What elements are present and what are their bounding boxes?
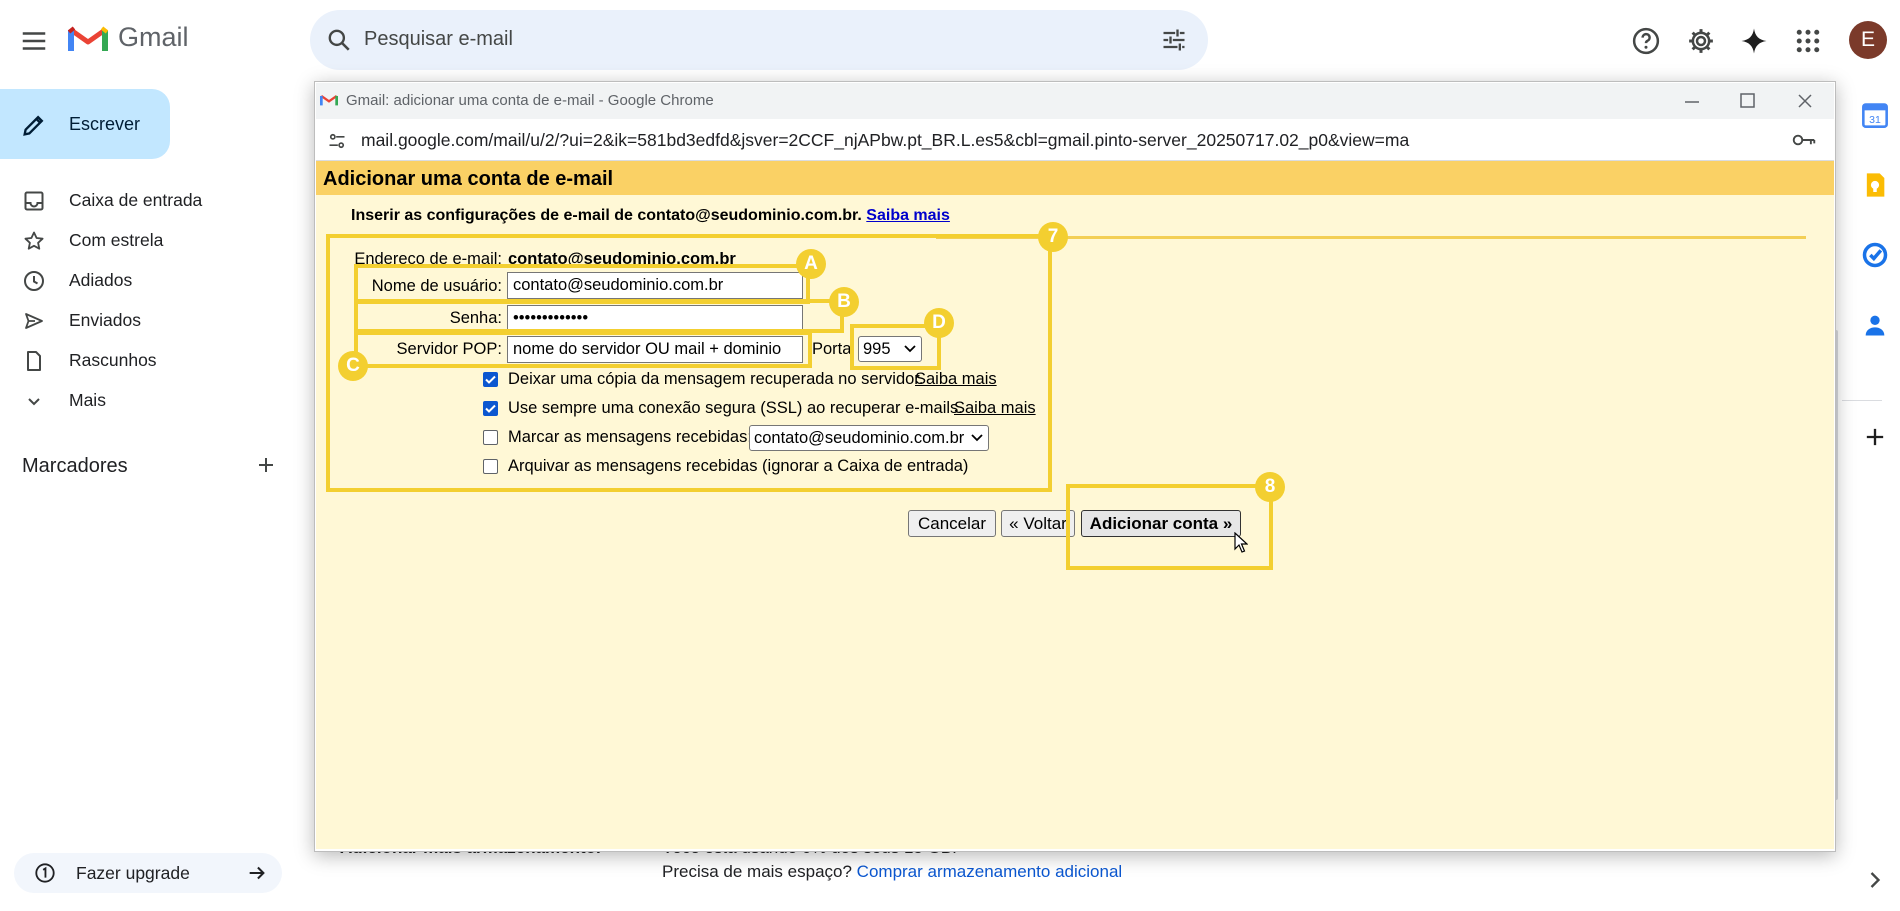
minimize-icon[interactable]	[1684, 100, 1700, 104]
nav-label-more[interactable]: Mais	[69, 390, 106, 411]
badge-7: 7	[1038, 222, 1068, 252]
search-options-icon[interactable]	[1160, 26, 1188, 54]
site-info-icon[interactable]	[327, 131, 347, 151]
badge-c: C	[338, 351, 368, 381]
password-key-icon[interactable]	[1792, 130, 1816, 150]
badge-b: B	[829, 287, 859, 317]
cancel-button[interactable]: Cancelar	[908, 510, 996, 537]
search-input[interactable]: Pesquisar e-mail	[364, 28, 513, 51]
labels-heading: Marcadores	[22, 455, 128, 477]
upgrade-info-icon	[34, 862, 56, 884]
search-icon[interactable]	[326, 27, 352, 53]
keep-icon[interactable]	[1861, 171, 1889, 199]
buy-storage-link[interactable]: Comprar armazenamento adicional	[857, 862, 1123, 881]
arrow-right-icon[interactable]	[246, 862, 268, 884]
popup-window-title: Gmail: adicionar uma conta de e-mail - G…	[346, 92, 714, 109]
badge-a: A	[796, 249, 826, 279]
contacts-icon[interactable]	[1861, 311, 1889, 339]
learn-more-link[interactable]: Saiba mais	[866, 207, 950, 224]
star-icon	[22, 229, 46, 253]
tasks-icon[interactable]	[1861, 241, 1889, 269]
nav-label-sent[interactable]: Enviados	[69, 310, 141, 331]
add-addon-icon[interactable]	[1861, 423, 1889, 451]
highlight-box-a	[354, 264, 810, 304]
maximize-icon[interactable]	[1740, 93, 1755, 108]
inbox-icon	[22, 189, 46, 213]
send-icon	[22, 309, 46, 333]
upgrade-label[interactable]: Fazer upgrade	[76, 863, 190, 884]
highlight-box-b	[354, 299, 844, 333]
pencil-icon[interactable]	[20, 111, 48, 139]
calendar-icon[interactable]: 31	[1861, 101, 1889, 129]
gmail-logo-icon[interactable]	[68, 24, 108, 54]
close-icon[interactable]	[1797, 93, 1813, 109]
gmail-wordmark: Gmail	[118, 22, 189, 52]
badge-8: 8	[1255, 472, 1285, 502]
nav-label-starred[interactable]: Com estrela	[69, 230, 163, 251]
nav-label-snoozed[interactable]: Adiados	[69, 270, 132, 291]
clock-icon	[22, 269, 46, 293]
page-title: Adicionar uma conta de e-mail	[323, 168, 614, 190]
nav-label-drafts[interactable]: Rascunhos	[69, 350, 157, 371]
compose-label[interactable]: Escrever	[69, 114, 140, 135]
badge-d: D	[924, 308, 954, 338]
highlight-box-c	[354, 331, 812, 368]
settings-gear-icon[interactable]	[1686, 26, 1716, 56]
gmail-favicon-icon	[320, 92, 338, 108]
side-panel-toggle-icon[interactable]	[1861, 866, 1889, 894]
chevron-down-icon	[22, 389, 46, 413]
storage-question: Precisa de mais espaço? Comprar armazena…	[662, 862, 1122, 882]
account-avatar[interactable]: E	[1849, 21, 1887, 59]
address-url[interactable]: mail.google.com/mail/u/2/?ui=2&ik=581bd3…	[361, 130, 1409, 151]
subheading-text: Inserir as configurações de e-mail de co…	[351, 207, 862, 224]
storage-question-text: Precisa de mais espaço?	[662, 862, 852, 881]
apps-grid-icon[interactable]	[1793, 26, 1823, 56]
nav-label-inbox[interactable]: Caixa de entrada	[69, 190, 202, 211]
subheading: Inserir as configurações de e-mail de co…	[351, 207, 950, 225]
main-menu-icon[interactable]	[19, 26, 49, 56]
calendar-day: 31	[1869, 114, 1881, 126]
draft-icon	[22, 349, 46, 373]
gemini-sparkle-icon[interactable]	[1739, 26, 1769, 56]
highlight-box-8	[1066, 484, 1273, 570]
add-label-icon[interactable]	[254, 453, 278, 477]
help-icon[interactable]	[1631, 26, 1661, 56]
back-button[interactable]: « Voltar	[1001, 510, 1075, 537]
side-panel-divider	[1842, 400, 1882, 401]
